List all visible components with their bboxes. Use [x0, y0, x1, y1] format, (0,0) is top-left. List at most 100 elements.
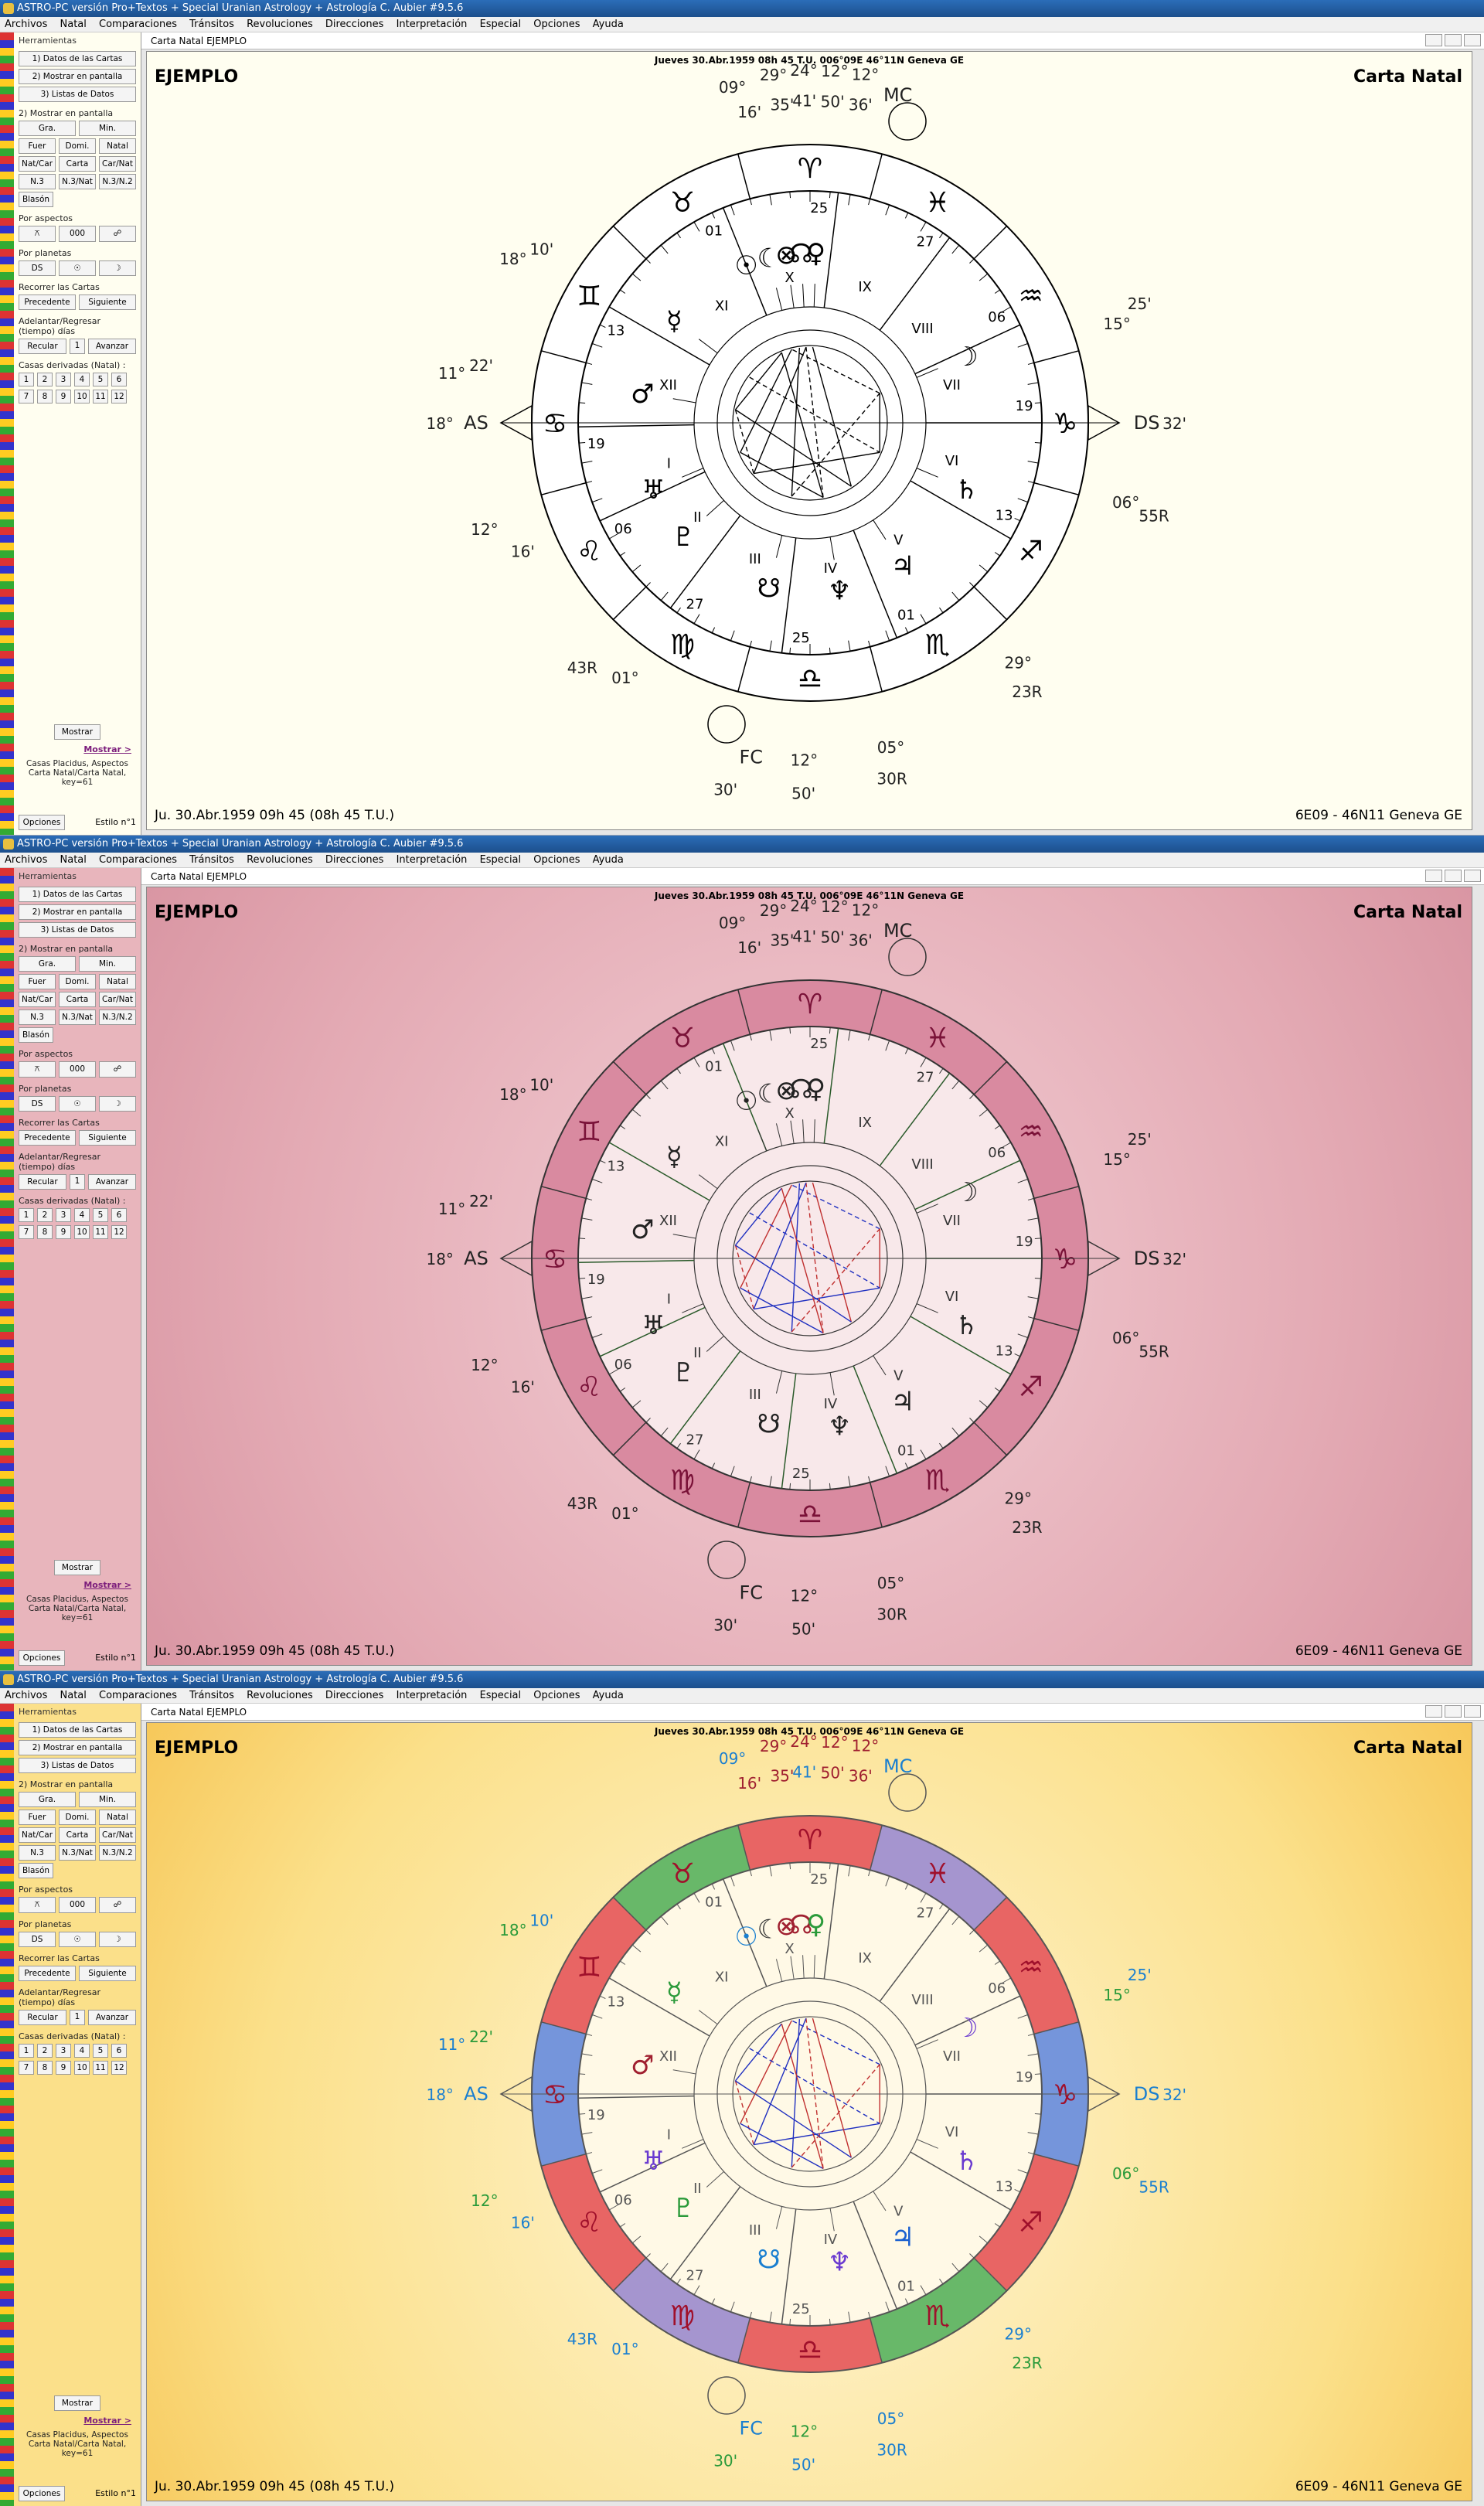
casa-12-button[interactable]: 12	[111, 2061, 127, 2075]
casa-1-button[interactable]: 1	[19, 373, 34, 386]
days-input[interactable]: 1	[70, 2010, 85, 2025]
datos-button[interactable]: 1) Datos de las Cartas	[19, 1722, 136, 1738]
menu-direcciones[interactable]: Direcciones	[321, 853, 389, 868]
natcar-button[interactable]: Nat/Car	[19, 992, 56, 1007]
datos-button[interactable]: 1) Datos de las Cartas	[19, 887, 136, 902]
casa-3-button[interactable]: 3	[56, 2044, 71, 2058]
planets-value[interactable]: DS	[19, 1932, 56, 1947]
mostrar-pantalla-button[interactable]: 2) Mostrar en pantalla	[19, 904, 136, 920]
casa-11-button[interactable]: 11	[93, 1225, 108, 1239]
opciones-button[interactable]: Opciones	[19, 1650, 65, 1666]
menu-opciones[interactable]: Opciones	[529, 1688, 584, 1704]
natal-button[interactable]: Natal	[99, 1810, 136, 1825]
recular-button[interactable]: Recular	[19, 339, 66, 354]
menu-direcciones[interactable]: Direcciones	[321, 17, 389, 32]
planets-value[interactable]: DS	[19, 1096, 56, 1112]
datos-button[interactable]: 1) Datos de las Cartas	[19, 51, 136, 66]
menu-opciones[interactable]: Opciones	[529, 17, 584, 32]
casa-7-button[interactable]: 7	[19, 1225, 34, 1239]
casa-6-button[interactable]: 6	[111, 373, 127, 386]
listas-button[interactable]: 3) Listas de Datos	[19, 87, 136, 102]
listas-button[interactable]: 3) Listas de Datos	[19, 1758, 136, 1773]
opciones-button[interactable]: Opciones	[19, 815, 65, 830]
avanzar-button[interactable]: Avanzar	[88, 1174, 136, 1190]
menu-transitos[interactable]: Tránsitos	[185, 17, 239, 32]
aspect-symbol-button[interactable]: ⚻	[19, 1897, 56, 1913]
n3n2-button[interactable]: N.3/N.2	[99, 174, 136, 189]
menu-revoluciones[interactable]: Revoluciones	[242, 17, 318, 32]
casa-8-button[interactable]: 8	[37, 390, 53, 403]
sun-button[interactable]: ☉	[59, 1096, 96, 1112]
casa-4-button[interactable]: 4	[74, 2044, 90, 2058]
fuer-button[interactable]: Fuer	[19, 138, 56, 154]
blason-button[interactable]: Blasón	[19, 1863, 53, 1878]
menu-especial[interactable]: Especial	[475, 1688, 526, 1704]
opposition-button[interactable]: ☍	[99, 1061, 136, 1078]
minimize-button[interactable]	[1425, 1705, 1442, 1718]
domi-button[interactable]: Domi.	[59, 138, 96, 154]
maximize-button[interactable]	[1445, 34, 1462, 46]
blason-button[interactable]: Blasón	[19, 192, 53, 207]
menu-archivos[interactable]: Archivos	[0, 17, 52, 32]
mostrar-button[interactable]: Mostrar	[54, 724, 100, 740]
fuer-button[interactable]: Fuer	[19, 1810, 56, 1825]
precedente-button[interactable]: Precedente	[19, 1130, 76, 1146]
natcar-button[interactable]: Nat/Car	[19, 1827, 56, 1843]
sun-button[interactable]: ☉	[59, 1932, 96, 1947]
n3nat-button[interactable]: N.3/Nat	[59, 1845, 96, 1861]
siguiente-button[interactable]: Siguiente	[79, 295, 136, 310]
casa-5-button[interactable]: 5	[93, 2044, 108, 2058]
mostrar-link[interactable]: Mostrar >	[23, 1580, 131, 1590]
recular-button[interactable]: Recular	[19, 1174, 66, 1190]
maximize-button[interactable]	[1445, 870, 1462, 882]
natcar-button[interactable]: Nat/Car	[19, 156, 56, 172]
aspects-value[interactable]: 000	[59, 1061, 96, 1078]
mostrar-button[interactable]: Mostrar	[54, 2395, 100, 2411]
carnat-button[interactable]: Car/Nat	[99, 1827, 136, 1843]
menu-natal[interactable]: Natal	[56, 17, 91, 32]
avanzar-button[interactable]: Avanzar	[88, 339, 136, 354]
casa-5-button[interactable]: 5	[93, 373, 108, 386]
avanzar-button[interactable]: Avanzar	[88, 2010, 136, 2025]
moon-button[interactable]: ☽	[99, 1932, 136, 1947]
casa-2-button[interactable]: 2	[37, 1208, 53, 1222]
aspects-value[interactable]: 000	[59, 1897, 96, 1913]
mostrar-link[interactable]: Mostrar >	[23, 744, 131, 754]
menu-transitos[interactable]: Tránsitos	[185, 853, 239, 868]
menu-especial[interactable]: Especial	[475, 17, 526, 32]
casa-3-button[interactable]: 3	[56, 1208, 71, 1222]
casa-10-button[interactable]: 10	[74, 1225, 90, 1239]
minimize-button[interactable]	[1425, 870, 1442, 882]
maximize-button[interactable]	[1445, 1705, 1462, 1718]
carnat-button[interactable]: Car/Nat	[99, 992, 136, 1007]
n3nat-button[interactable]: N.3/Nat	[59, 1010, 96, 1025]
casa-3-button[interactable]: 3	[56, 373, 71, 386]
menu-interpretacion[interactable]: Interpretación	[392, 1688, 472, 1704]
casa-11-button[interactable]: 11	[93, 2061, 108, 2075]
n3n2-button[interactable]: N.3/N.2	[99, 1010, 136, 1025]
fuer-button[interactable]: Fuer	[19, 974, 56, 989]
menu-ayuda[interactable]: Ayuda	[588, 853, 628, 868]
close-button[interactable]	[1464, 34, 1481, 46]
recular-button[interactable]: Recular	[19, 2010, 66, 2025]
domi-button[interactable]: Domi.	[59, 1810, 96, 1825]
n3-button[interactable]: N.3	[19, 174, 56, 189]
casa-11-button[interactable]: 11	[93, 390, 108, 403]
opciones-button[interactable]: Opciones	[19, 2486, 65, 2501]
menu-opciones[interactable]: Opciones	[529, 853, 584, 868]
menu-revoluciones[interactable]: Revoluciones	[242, 1688, 318, 1704]
mostrar-button[interactable]: Mostrar	[54, 1560, 100, 1575]
menu-archivos[interactable]: Archivos	[0, 1688, 52, 1704]
menu-direcciones[interactable]: Direcciones	[321, 1688, 389, 1704]
casa-4-button[interactable]: 4	[74, 1208, 90, 1222]
casa-1-button[interactable]: 1	[19, 1208, 34, 1222]
menu-archivos[interactable]: Archivos	[0, 853, 52, 868]
casa-8-button[interactable]: 8	[37, 2061, 53, 2075]
casa-5-button[interactable]: 5	[93, 1208, 108, 1222]
min-button[interactable]: Min.	[79, 956, 136, 972]
casa-10-button[interactable]: 10	[74, 390, 90, 403]
casa-7-button[interactable]: 7	[19, 2061, 34, 2075]
aspects-value[interactable]: 000	[59, 226, 96, 242]
menu-comparaciones[interactable]: Comparaciones	[94, 853, 182, 868]
menu-ayuda[interactable]: Ayuda	[588, 1688, 628, 1704]
